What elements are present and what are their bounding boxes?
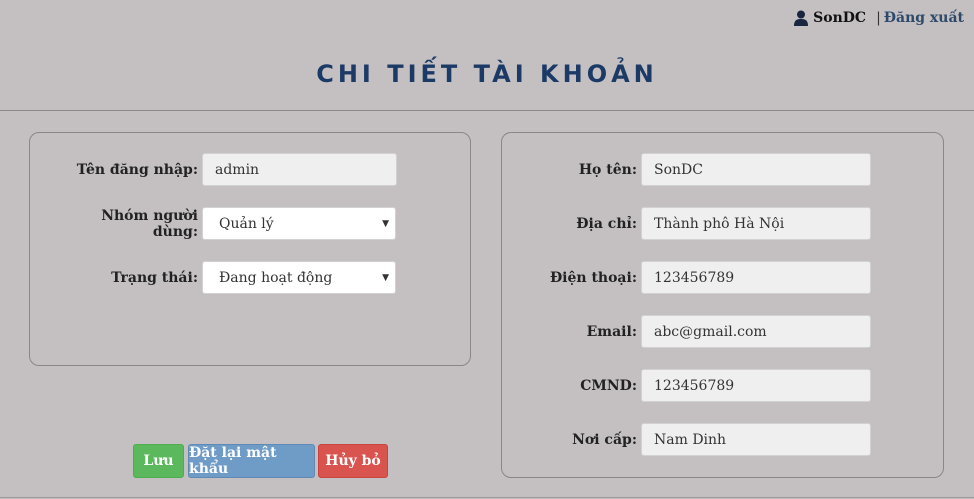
id-row: CMND: 123456789: [520, 369, 871, 402]
issued-label: Nơi cấp:: [572, 431, 637, 448]
status-label: Trạng thái:: [111, 269, 198, 286]
group-select[interactable]: Quản lý ▼: [202, 207, 396, 240]
status-select[interactable]: Đang hoạt động ▼: [202, 261, 396, 294]
address-row: Địa chỉ: Thành phô Hà Nội: [520, 207, 871, 240]
phone-field[interactable]: 123456789: [641, 261, 871, 294]
status-select-value: Đang hoạt động: [219, 269, 333, 286]
logout-link[interactable]: Đăng xuất: [884, 10, 964, 26]
email-row: Email: abc@gmail.com: [520, 315, 871, 348]
id-label: CMND:: [580, 377, 637, 394]
cancel-button[interactable]: Hủy bỏ: [318, 444, 388, 478]
phone-label: Điện thoại:: [549, 269, 637, 286]
caret-down-icon: ▼: [382, 218, 389, 229]
page-title: CHI TIẾT TÀI KHOẢN: [316, 60, 658, 88]
save-button[interactable]: Lưu: [133, 444, 184, 478]
group-label: Nhóm người dùng:: [101, 207, 198, 240]
status-row: Trạng thái: Đang hoạt động ▼: [60, 261, 396, 294]
issued-row: Nơi cấp: Nam Dinh: [520, 423, 871, 456]
fullname-field[interactable]: SonDC: [641, 153, 871, 186]
email-label: Email:: [586, 323, 637, 340]
user-icon: [794, 10, 809, 26]
email-field[interactable]: abc@gmail.com: [641, 315, 871, 348]
separator: |: [876, 10, 881, 26]
user-bar: SonDC | Đăng xuất: [794, 10, 964, 26]
phone-row: Điện thoại: 123456789: [520, 261, 871, 294]
caret-down-icon: ▼: [382, 272, 389, 283]
bottom-divider: [0, 497, 974, 498]
id-field[interactable]: 123456789: [641, 369, 871, 402]
address-field[interactable]: Thành phô Hà Nội: [641, 207, 871, 240]
fullname-label: Họ tên:: [578, 161, 637, 178]
group-row: Nhóm người dùng: Quản lý ▼: [60, 207, 396, 240]
issued-field[interactable]: Nam Dinh: [641, 423, 871, 456]
current-username: SonDC: [813, 10, 867, 26]
username-label: Tên đăng nhập:: [76, 161, 198, 178]
reset-password-button[interactable]: Đặt lại mật khẩu: [188, 444, 315, 478]
username-field[interactable]: admin: [202, 153, 397, 186]
group-select-value: Quản lý: [219, 215, 274, 232]
header-divider: [0, 110, 974, 111]
fullname-row: Họ tên: SonDC: [520, 153, 871, 186]
address-label: Địa chỉ:: [576, 215, 637, 232]
username-row: Tên đăng nhập: admin: [60, 153, 397, 186]
